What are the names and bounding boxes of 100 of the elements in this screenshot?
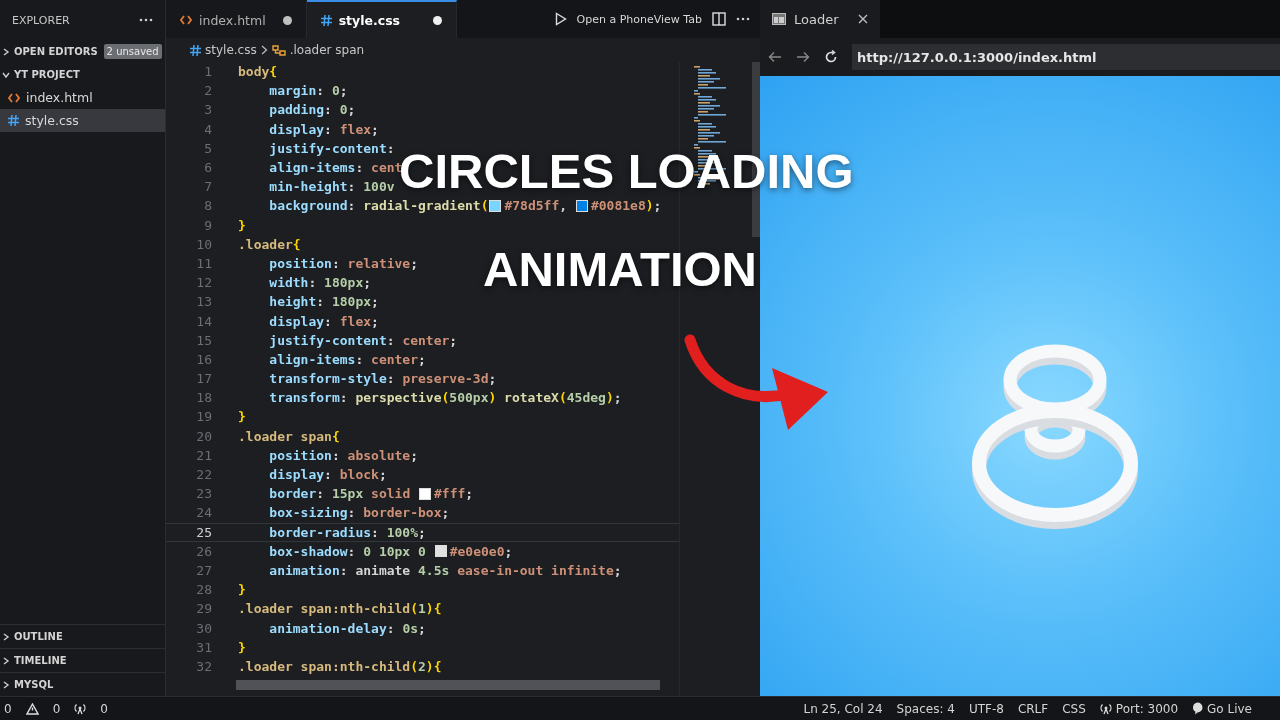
forward-arrow-icon[interactable] [796, 51, 810, 63]
code-text: } [238, 217, 246, 233]
line-number: 19 [195, 409, 212, 425]
code-text: position: relative; [268, 255, 419, 271]
code-text: .loader span:nth-child(1){ [238, 601, 442, 617]
symbol-icon [271, 43, 286, 57]
line-number: 5 [203, 140, 212, 156]
code-text: #fff; [434, 486, 474, 502]
phoneview-link[interactable]: Open a PhoneView Tab [576, 12, 702, 26]
chevron-down-icon [2, 70, 10, 79]
line-number: 25 [195, 524, 212, 540]
hash-icon [190, 44, 201, 56]
hash-icon [8, 115, 19, 126]
chevron-right-icon [2, 656, 10, 665]
status-item[interactable]: Ln 25, Col 24 [803, 701, 883, 716]
code-text: justify-content: [268, 140, 395, 156]
line-number: 23 [195, 486, 212, 502]
code-text: .loader span:nth-child(2){ [238, 658, 442, 674]
code-text: border-radius: 100%; [268, 524, 426, 540]
broadcast-icon [1099, 702, 1112, 715]
line-number: 2 [203, 83, 212, 99]
code-text: .loader span{ [238, 428, 340, 444]
chevron-right-icon [260, 45, 268, 55]
url-field[interactable]: http://127.0.0.1:3000/index.html [852, 44, 1280, 70]
code-text: box-sizing: border-box; [268, 505, 450, 521]
color-swatch[interactable] [419, 487, 432, 500]
split-editor-icon[interactable] [712, 12, 726, 26]
code-text: align-items: center; [268, 351, 426, 367]
line-number: 11 [195, 255, 212, 271]
section-header[interactable]: TIMELINE [0, 648, 165, 672]
code-text: #78d5ff, [504, 198, 569, 214]
line-number: 29 [195, 601, 212, 617]
browser-tab[interactable]: Loader [760, 0, 880, 38]
code-text: animation: animate 4.5s ease-in-out infinite; [268, 562, 622, 578]
section-header[interactable]: YT PROJECT [0, 63, 165, 86]
code-brackets-icon [180, 15, 192, 25]
code-text: width: 180px; [268, 275, 372, 291]
status-count[interactable]: 0 [52, 701, 61, 716]
more-icon[interactable] [736, 17, 750, 21]
section-header[interactable]: OPEN EDITORS 2 unsaved [0, 40, 165, 63]
status-item[interactable]: UTF-8 [968, 701, 1004, 716]
status-item[interactable]: Go Live [1207, 701, 1252, 716]
line-number: 16 [195, 351, 212, 367]
sidebar-title: EXPLORER [12, 13, 70, 27]
close-icon[interactable] [858, 14, 868, 24]
warning-icon [25, 702, 39, 715]
code-text: body{ [238, 64, 278, 80]
code-text: display: flex; [268, 313, 379, 329]
code-text: justify-content: center; [268, 332, 458, 348]
line-number: 14 [195, 313, 212, 329]
line-number: 3 [203, 102, 212, 118]
section-header[interactable]: OUTLINE [0, 624, 165, 648]
code-text: border: 15px solid [268, 486, 412, 502]
line-number: 1 [203, 64, 212, 80]
breadcrumb-item[interactable]: style.css [205, 43, 257, 57]
more-icon[interactable] [139, 18, 153, 22]
code-text: } [238, 409, 246, 425]
file-item[interactable]: index.html [0, 86, 165, 109]
status-count[interactable]: 0 [100, 701, 108, 716]
scrollbar-thumb[interactable] [236, 680, 660, 690]
line-number: 18 [195, 390, 212, 406]
code-text: animation-delay: 0s; [268, 620, 426, 636]
chevron-right-icon [2, 632, 10, 641]
line-number: 13 [195, 294, 212, 310]
status-count[interactable]: 0 [4, 701, 12, 716]
line-number: 22 [195, 467, 212, 483]
code-text: transform: perspective(500px) rotateX(45deg); [268, 390, 622, 406]
code-text: transform-style: preserve-3d; [268, 371, 497, 387]
breadcrumb-item[interactable]: .loader span [289, 43, 365, 57]
code-text: } [238, 582, 246, 598]
line-number: 12 [195, 275, 212, 291]
code-text: padding: 0; [268, 102, 356, 118]
code-text: box-shadow: 0 10px 0 [268, 543, 427, 559]
back-arrow-icon[interactable] [768, 51, 782, 63]
file-item[interactable]: style.css [0, 109, 165, 132]
line-number: 9 [203, 217, 212, 233]
status-item[interactable]: Port: 3000 [1115, 701, 1179, 716]
color-swatch[interactable] [575, 199, 588, 212]
reload-icon[interactable] [824, 50, 838, 64]
line-number: 32 [195, 658, 212, 674]
line-number: 24 [195, 505, 212, 521]
status-item[interactable]: Spaces: 4 [896, 701, 955, 716]
line-number: 4 [203, 121, 212, 137]
play-icon[interactable] [554, 12, 567, 26]
line-number: 7 [203, 179, 212, 195]
line-number: 15 [195, 332, 212, 348]
color-swatch[interactable] [489, 199, 502, 212]
code-text: display: flex; [268, 121, 379, 137]
line-number: 26 [195, 543, 212, 559]
color-swatch[interactable] [434, 545, 447, 558]
status-item[interactable]: CSS [1062, 701, 1086, 716]
code-brackets-icon [8, 92, 20, 103]
line-number: 27 [195, 562, 212, 578]
code-text: .loader{ [238, 236, 301, 252]
editor-tab[interactable]: style.css [306, 0, 458, 38]
chat-bubble-icon [1192, 702, 1204, 715]
unsaved-badge: 2 unsaved [103, 44, 162, 59]
status-item[interactable]: CRLF [1017, 701, 1049, 716]
code-text: margin: 0; [268, 83, 348, 99]
code-text: display: block; [268, 467, 387, 483]
